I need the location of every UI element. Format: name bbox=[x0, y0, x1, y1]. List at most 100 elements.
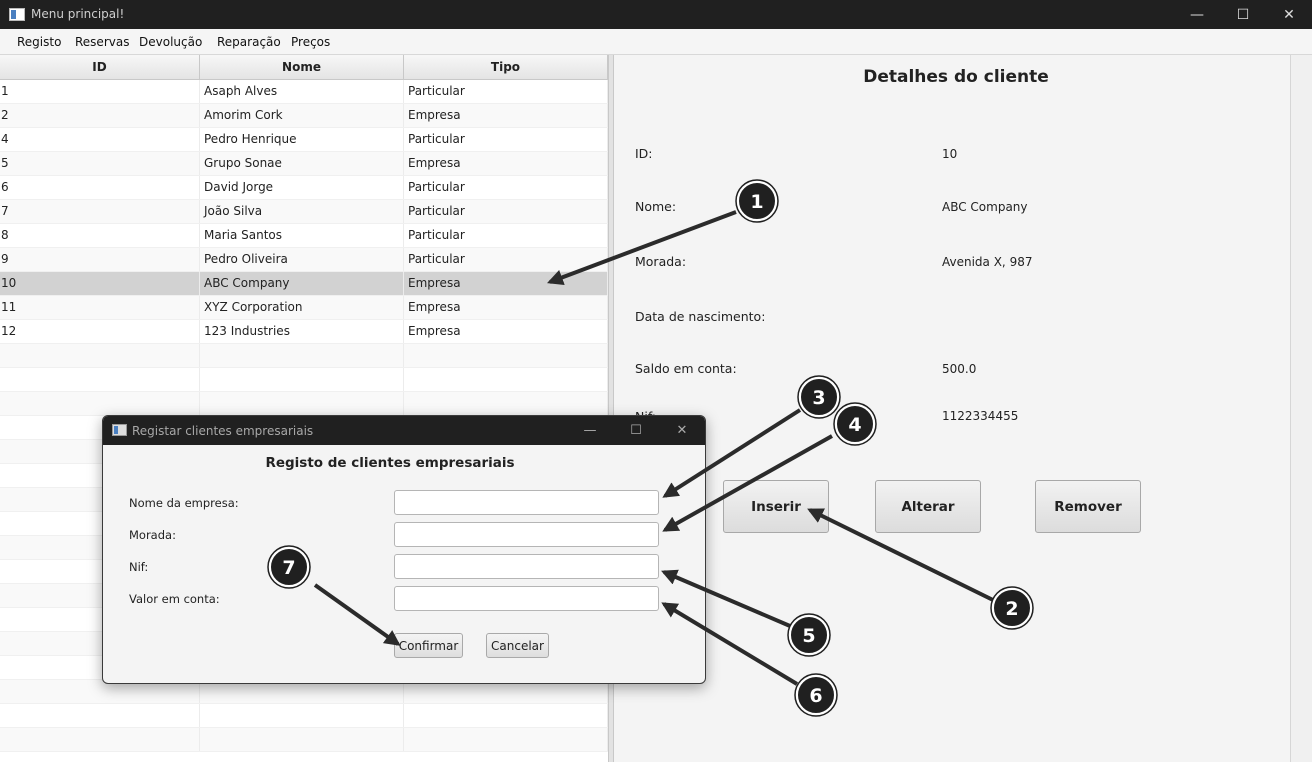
dialog-minimize-icon[interactable]: — bbox=[567, 416, 613, 445]
table-row[interactable] bbox=[0, 392, 608, 416]
cell-id bbox=[0, 344, 200, 367]
cell-tipo: Particular bbox=[404, 248, 608, 271]
cell-tipo bbox=[404, 728, 608, 751]
cell-id: 10 bbox=[0, 272, 200, 295]
confirm-button[interactable]: Confirmar bbox=[394, 633, 463, 658]
table-row[interactable]: 7 João Silva Particular bbox=[0, 200, 608, 224]
address-input[interactable] bbox=[394, 522, 659, 547]
cell-tipo: Empresa bbox=[404, 272, 608, 295]
cell-id bbox=[0, 728, 200, 751]
column-header-id[interactable]: ID bbox=[0, 55, 200, 79]
menu-precos[interactable]: Preços bbox=[291, 35, 330, 49]
cell-nome: 123 Industries bbox=[200, 320, 404, 343]
detail-label-morada: Morada: bbox=[635, 254, 687, 269]
cell-id bbox=[0, 704, 200, 727]
cell-id bbox=[0, 392, 200, 415]
dialog-heading: Registo de clientes empresariais bbox=[265, 455, 515, 471]
table-row[interactable]: 8 Maria Santos Particular bbox=[0, 224, 608, 248]
table-row[interactable] bbox=[0, 368, 608, 392]
cell-nome: ABC Company bbox=[200, 272, 404, 295]
cell-id: 5 bbox=[0, 152, 200, 175]
cell-nome: Maria Santos bbox=[200, 224, 404, 247]
dialog-close-icon[interactable]: ✕ bbox=[659, 416, 705, 445]
table-row[interactable]: 10 ABC Company Empresa bbox=[0, 272, 608, 296]
menu-reparacao[interactable]: Reparação bbox=[217, 35, 281, 49]
details-scrollbar[interactable] bbox=[1290, 55, 1312, 762]
cell-id: 12 bbox=[0, 320, 200, 343]
cell-id: 1 bbox=[0, 80, 200, 103]
remove-button[interactable]: Remover bbox=[1035, 480, 1141, 533]
cell-nome bbox=[200, 344, 404, 367]
dialog-title: Registar clientes empresariais bbox=[132, 424, 314, 438]
cell-nome bbox=[200, 728, 404, 751]
window-titlebar: Menu principal! — ☐ ✕ bbox=[0, 0, 1312, 29]
cell-tipo: Particular bbox=[404, 80, 608, 103]
minimize-icon[interactable]: — bbox=[1174, 0, 1220, 29]
table-row[interactable]: 1 Asaph Alves Particular bbox=[0, 80, 608, 104]
cell-id bbox=[0, 368, 200, 391]
table-row[interactable]: 12 123 Industries Empresa bbox=[0, 320, 608, 344]
table-row[interactable]: 4 Pedro Henrique Particular bbox=[0, 128, 608, 152]
cell-nome bbox=[200, 368, 404, 391]
cell-id: 6 bbox=[0, 176, 200, 199]
cancel-button[interactable]: Cancelar bbox=[486, 633, 549, 658]
table-row[interactable]: 5 Grupo Sonae Empresa bbox=[0, 152, 608, 176]
insert-button[interactable]: Inserir bbox=[723, 480, 829, 533]
menu-registo[interactable]: Registo bbox=[17, 35, 61, 49]
detail-label-nome: Nome: bbox=[635, 199, 677, 214]
cell-id: 9 bbox=[0, 248, 200, 271]
cell-id: 11 bbox=[0, 296, 200, 319]
edit-button[interactable]: Alterar bbox=[875, 480, 981, 533]
menu-bar: Registo Reservas Devolução Reparação Pre… bbox=[0, 29, 1312, 55]
table-row[interactable] bbox=[0, 704, 608, 728]
cell-nome: David Jorge bbox=[200, 176, 404, 199]
table-row[interactable] bbox=[0, 728, 608, 752]
cell-tipo: Particular bbox=[404, 200, 608, 223]
table-row[interactable]: 9 Pedro Oliveira Particular bbox=[0, 248, 608, 272]
dialog-titlebar: Registar clientes empresariais — ☐ ✕ bbox=[103, 416, 705, 445]
cell-nome: Asaph Alves bbox=[200, 80, 404, 103]
cell-id: 4 bbox=[0, 128, 200, 151]
company-name-input[interactable] bbox=[394, 490, 659, 515]
table-row[interactable]: 6 David Jorge Particular bbox=[0, 176, 608, 200]
cell-tipo: Empresa bbox=[404, 104, 608, 127]
cell-tipo bbox=[404, 344, 608, 367]
column-header-tipo[interactable]: Tipo bbox=[404, 55, 608, 79]
table-row[interactable]: 2 Amorim Cork Empresa bbox=[0, 104, 608, 128]
dialog-app-icon bbox=[112, 424, 127, 436]
detail-label-id: ID: bbox=[635, 146, 653, 161]
detail-label-saldo: Saldo em conta: bbox=[635, 361, 737, 376]
nif-input[interactable] bbox=[394, 554, 659, 579]
table-row[interactable]: 11 XYZ Corporation Empresa bbox=[0, 296, 608, 320]
menu-reservas[interactable]: Reservas bbox=[75, 35, 129, 49]
cell-id: 2 bbox=[0, 104, 200, 127]
maximize-icon[interactable]: ☐ bbox=[1220, 0, 1266, 29]
table-row[interactable] bbox=[0, 344, 608, 368]
window-title: Menu principal! bbox=[31, 7, 125, 21]
address-label: Morada: bbox=[129, 528, 176, 542]
column-header-nome[interactable]: Nome bbox=[200, 55, 404, 79]
account-value-label: Valor em conta: bbox=[129, 592, 220, 606]
cell-nome: Amorim Cork bbox=[200, 104, 404, 127]
account-value-input[interactable] bbox=[394, 586, 659, 611]
cell-tipo: Empresa bbox=[404, 320, 608, 343]
cell-id: 8 bbox=[0, 224, 200, 247]
cell-nome: Pedro Henrique bbox=[200, 128, 404, 151]
company-name-label: Nome da empresa: bbox=[129, 496, 239, 510]
cell-id: 7 bbox=[0, 200, 200, 223]
client-details-panel: Detalhes do cliente ID: 10 Nome: ABC Com… bbox=[614, 55, 1290, 762]
cell-nome: XYZ Corporation bbox=[200, 296, 404, 319]
detail-value-nome: ABC Company bbox=[942, 200, 1028, 214]
close-icon[interactable]: ✕ bbox=[1266, 0, 1312, 29]
menu-devolucao[interactable]: Devolução bbox=[139, 35, 202, 49]
detail-value-saldo: 500.0 bbox=[942, 362, 977, 376]
details-title: Detalhes do cliente bbox=[863, 67, 1049, 87]
cell-tipo bbox=[404, 392, 608, 415]
cell-nome bbox=[200, 704, 404, 727]
cell-tipo: Empresa bbox=[404, 296, 608, 319]
dialog-maximize-icon[interactable]: ☐ bbox=[613, 416, 659, 445]
cell-nome: Pedro Oliveira bbox=[200, 248, 404, 271]
table-header: ID Nome Tipo bbox=[0, 55, 608, 80]
cell-tipo: Empresa bbox=[404, 152, 608, 175]
java-app-icon bbox=[9, 8, 25, 21]
